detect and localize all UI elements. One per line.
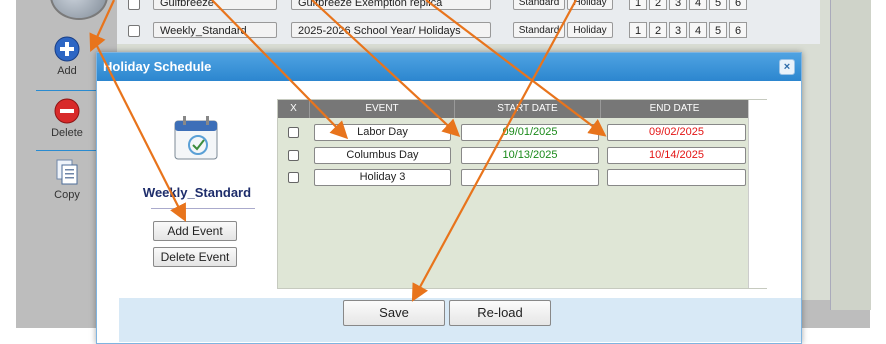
day-number-button[interactable]: 4 [689, 0, 707, 10]
schedule-name-field[interactable]: Gulfbreeze [153, 0, 277, 10]
day-number-button[interactable]: 3 [669, 22, 687, 38]
dialog-title: Holiday Schedule [103, 59, 212, 74]
delete-icon [54, 98, 80, 124]
standard-button[interactable]: Standard [513, 0, 565, 10]
day-number-button[interactable]: 2 [649, 22, 667, 38]
delete-event-button[interactable]: Delete Event [153, 247, 237, 267]
divider [36, 150, 98, 151]
day-number-button[interactable]: 1 [629, 0, 647, 10]
day-number-button[interactable]: 1 [629, 22, 647, 38]
column-header-start-date: START DATE [455, 100, 601, 118]
sidebar-item-label: Add [57, 65, 77, 77]
start-date-field[interactable]: 09/01/2025 [461, 124, 599, 141]
divider [36, 90, 98, 91]
sidebar-item-copy[interactable]: Copy [34, 158, 100, 201]
events-table: X EVENT START DATE END DATE Labor Day 09… [277, 99, 767, 289]
scrollbar[interactable] [748, 100, 767, 288]
day-number-button[interactable]: 4 [689, 22, 707, 38]
sidebar-item-delete[interactable]: Delete [34, 98, 100, 139]
table-row[interactable]: Weekly_Standard 2025-2026 School Year/ H… [117, 22, 820, 42]
day-number-button[interactable]: 3 [669, 0, 687, 10]
sidebar: Add Delete Copy [34, 0, 100, 328]
reload-button[interactable]: Re-load [449, 300, 551, 326]
schedule-name: Weekly_Standard [142, 185, 252, 200]
end-date-field[interactable]: 09/02/2025 [607, 124, 746, 141]
column-header-select: X [278, 100, 310, 118]
day-number-button[interactable]: 5 [709, 0, 727, 10]
column-header-end-date: END DATE [649, 103, 700, 114]
event-name-field[interactable]: Columbus Day [314, 147, 451, 164]
start-date-field[interactable] [461, 169, 599, 186]
schedule-description-field[interactable]: Gulfbreeze Exemption replica [291, 0, 491, 10]
day-number-button[interactable]: 2 [649, 0, 667, 10]
event-name-field[interactable]: Holiday 3 [314, 169, 451, 186]
schedule-description-field[interactable]: 2025-2026 School Year/ Holidays [291, 22, 491, 38]
end-date-field[interactable]: 10/14/2025 [607, 147, 746, 164]
save-button[interactable]: Save [343, 300, 445, 326]
table-header: X EVENT START DATE END DATE [278, 100, 748, 118]
row-checkbox[interactable] [128, 25, 140, 37]
table-row[interactable]: Gulfbreeze Gulfbreeze Exemption replica … [117, 0, 820, 14]
event-name-field[interactable]: Labor Day [314, 124, 451, 141]
start-date-field[interactable]: 10/13/2025 [461, 147, 599, 164]
add-event-button[interactable]: Add Event [153, 221, 237, 241]
copy-icon [56, 159, 78, 185]
background-side-panel [830, 0, 871, 310]
add-icon [54, 36, 80, 62]
row-checkbox[interactable] [288, 127, 299, 138]
dialog-footer: Save Re-load [119, 298, 801, 342]
day-number-button[interactable]: 6 [729, 0, 747, 10]
holiday-button[interactable]: Holiday [567, 0, 613, 10]
calendar-icon [174, 116, 218, 160]
day-number-button[interactable]: 6 [729, 22, 747, 38]
row-checkbox[interactable] [128, 0, 140, 10]
sidebar-item-label: Delete [51, 127, 83, 139]
schedule-name-field[interactable]: Weekly_Standard [153, 22, 277, 38]
end-date-field[interactable] [607, 169, 746, 186]
column-header-event: EVENT [310, 100, 455, 118]
sidebar-item-add[interactable]: Add [34, 36, 100, 77]
sidebar-item-label: Copy [54, 189, 80, 201]
row-checkbox[interactable] [288, 150, 299, 161]
divider [151, 208, 255, 209]
close-button[interactable]: × [779, 59, 795, 75]
holiday-schedule-dialog: Holiday Schedule × Weekly_Standard Add E… [96, 52, 802, 344]
row-checkbox[interactable] [288, 172, 299, 183]
standard-button[interactable]: Standard [513, 22, 565, 38]
holiday-button[interactable]: Holiday [567, 22, 613, 38]
day-number-button[interactable]: 5 [709, 22, 727, 38]
background-schedule-table: Gulfbreeze Gulfbreeze Exemption replica … [117, 0, 820, 44]
dialog-title-bar: Holiday Schedule × [97, 53, 801, 81]
